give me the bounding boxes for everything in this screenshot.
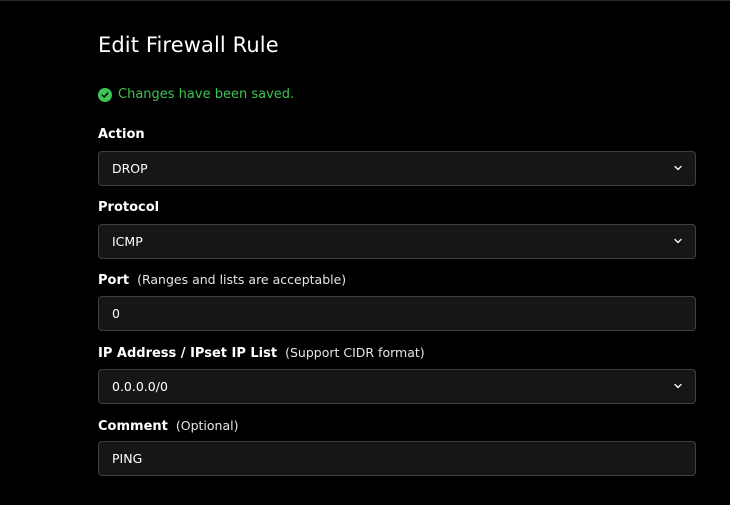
ip-address-select-value: 0.0.0.0/0 (112, 379, 168, 394)
status-message: Changes have been saved. (98, 87, 294, 102)
port-label: Port (Ranges and lists are acceptable) (98, 272, 346, 288)
chevron-down-icon (674, 383, 682, 388)
chevron-down-icon (674, 238, 682, 243)
ip-address-label: IP Address / IPset IP List (Support CIDR … (98, 345, 425, 361)
comment-hint: (Optional) (175, 418, 239, 433)
port-label-text: Port (98, 273, 130, 288)
comment-input[interactable]: PING (98, 441, 696, 476)
comment-input-value: PING (112, 451, 143, 466)
top-divider (0, 0, 730, 1)
ip-address-select[interactable]: 0.0.0.0/0 (98, 369, 696, 404)
protocol-select[interactable]: ICMP (98, 224, 696, 259)
port-input-value: 0 (112, 306, 120, 321)
action-label-text: Action (98, 127, 145, 142)
protocol-select-value: ICMP (112, 234, 143, 249)
action-label: Action (98, 127, 145, 142)
protocol-label: Protocol (98, 200, 159, 215)
port-hint: (Ranges and lists are acceptable) (137, 272, 347, 287)
ip-address-hint: (Support CIDR format) (285, 345, 425, 360)
ip-address-label-text: IP Address / IPset IP List (98, 346, 278, 361)
page-title: Edit Firewall Rule (98, 33, 279, 57)
check-circle-icon (98, 87, 112, 102)
port-input[interactable]: 0 (98, 296, 696, 331)
protocol-label-text: Protocol (98, 200, 160, 215)
status-message-text: Changes have been saved. (118, 87, 295, 102)
chevron-down-icon (674, 165, 682, 170)
comment-label: Comment (Optional) (98, 418, 238, 434)
action-select[interactable]: DROP (98, 151, 696, 186)
comment-label-text: Comment (98, 419, 168, 434)
action-select-value: DROP (112, 161, 148, 176)
